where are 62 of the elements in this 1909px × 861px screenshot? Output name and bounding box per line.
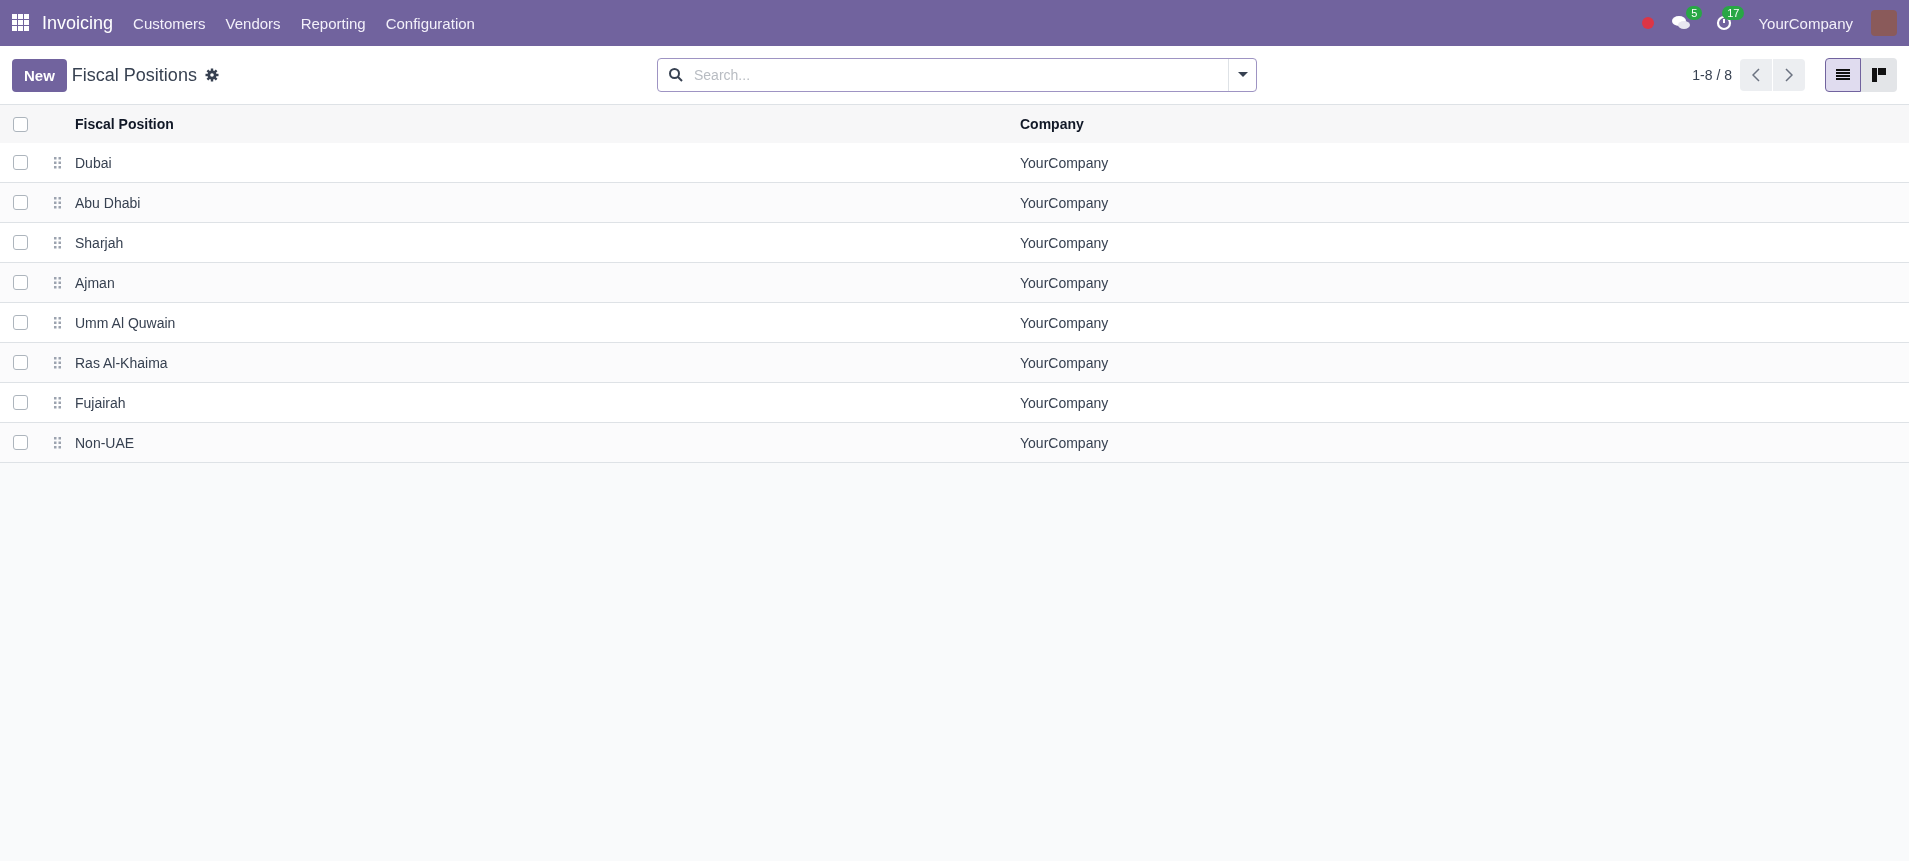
checkbox[interactable]: [12, 355, 28, 370]
search-bar[interactable]: Search...: [657, 58, 1257, 92]
drag-handle-icon[interactable]: [54, 436, 61, 449]
activity-count-badge: 17: [1722, 6, 1745, 20]
checkbox[interactable]: [12, 435, 28, 450]
apps-grid-icon[interactable]: [12, 14, 30, 32]
column-header[interactable]: Fiscal Position: [75, 116, 1020, 132]
checkbox[interactable]: [12, 235, 28, 250]
message-count-badge: 5: [1686, 6, 1703, 20]
table-cell-text: YourCompany: [1020, 234, 1110, 251]
drag-handle-icon[interactable]: [54, 356, 61, 369]
pager-value[interactable]: 1-8 / 8: [1692, 67, 1732, 83]
table-cell-text: YourCompany: [1020, 274, 1110, 291]
table-cell-text: YourCompany: [1020, 314, 1110, 331]
drag-handle-icon[interactable]: [54, 156, 61, 169]
table-cell-text: YourCompany: [1020, 354, 1110, 371]
next-button[interactable]: [1773, 59, 1805, 91]
checkbox[interactable]: [12, 116, 28, 132]
chevron-left-icon: [1752, 68, 1760, 82]
table-cell-text: YourCompany: [1020, 194, 1110, 211]
drag-handle-icon[interactable]: [54, 276, 61, 289]
search-icon: [668, 67, 684, 83]
new-button[interactable]: New: [12, 58, 67, 92]
menu-item[interactable]: Vendors: [225, 14, 281, 32]
list-view-button[interactable]: [1825, 58, 1861, 92]
checkbox[interactable]: [12, 155, 28, 170]
kanban-view-button[interactable]: [1861, 58, 1897, 92]
page-title: Fiscal Positions: [71, 64, 197, 86]
menu-item[interactable]: Customers: [133, 14, 206, 32]
kanban-icon: [1872, 68, 1886, 82]
app-name[interactable]: Invoicing: [42, 12, 114, 34]
table-cell-text: Dubai: [75, 154, 113, 171]
column-header[interactable]: Company: [1020, 116, 1909, 132]
table-cell-text: YourCompany: [1020, 434, 1110, 451]
drag-handle-icon[interactable]: [54, 396, 61, 409]
company-name[interactable]: YourCompany: [1758, 14, 1853, 32]
table-cell-text: Abu Dhabi: [75, 194, 142, 211]
table-cell-text: Sharjah: [75, 234, 125, 251]
previous-button[interactable]: [1740, 59, 1772, 91]
drag-handle-icon[interactable]: [54, 236, 61, 249]
table-cell-text: Non-UAE: [75, 434, 136, 451]
table-cell-text: Umm Al Quwain: [75, 314, 177, 331]
table-cell-text: Ras Al-Khaima: [75, 354, 169, 371]
checkbox[interactable]: [12, 395, 28, 410]
table-cell-text: YourCompany: [1020, 394, 1110, 411]
caret-icon: [1237, 72, 1248, 78]
status-dot-icon[interactable]: [1642, 17, 1655, 29]
drag-handle-icon[interactable]: [54, 316, 61, 329]
chevron-right-icon: [1785, 68, 1793, 82]
drag-handle-icon[interactable]: [54, 196, 61, 209]
checkbox[interactable]: [12, 195, 28, 210]
table-cell-text: YourCompany: [1020, 154, 1110, 171]
chat-icon[interactable]: [1672, 15, 1691, 31]
gear-icon[interactable]: [204, 68, 219, 82]
menu-item[interactable]: Configuration: [385, 14, 475, 32]
list-icon: [1836, 69, 1850, 81]
table-cell-text: Fujairah: [75, 394, 127, 411]
table-cell-text: Ajman: [75, 274, 116, 291]
search-field[interactable]: Search...: [684, 66, 1228, 84]
checkbox[interactable]: [12, 275, 28, 290]
checkbox[interactable]: [12, 315, 28, 330]
menu-item[interactable]: Reporting: [300, 14, 366, 32]
